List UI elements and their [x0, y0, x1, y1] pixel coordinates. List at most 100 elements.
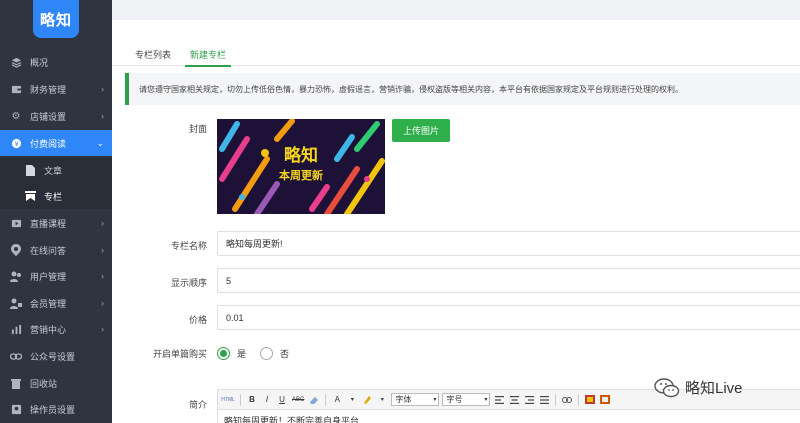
sidebar-item-official-account[interactable]: 公众号设置: [0, 343, 112, 369]
image-icon[interactable]: [584, 393, 596, 407]
column-name-label: 专栏名称: [170, 241, 207, 251]
font-size-select[interactable]: 字号 ▾: [442, 393, 491, 406]
single-purchase-no-radio[interactable]: 否: [260, 347, 289, 360]
wechat-icon: [654, 377, 680, 397]
editor-content[interactable]: 略知每周更新！不断完善自身平台: [218, 410, 800, 423]
watermark: 略知Live: [654, 377, 743, 398]
cover-image[interactable]: 略知 本周更新: [217, 119, 385, 214]
radio-circle: [217, 347, 230, 360]
layers-icon: [10, 56, 22, 68]
cover-label: 封面: [188, 124, 207, 134]
cover-subtitle: 本周更新: [279, 170, 323, 182]
toolbar-separator: [578, 393, 580, 406]
sidebar-item-label: 操作员设置: [30, 404, 76, 415]
column-name-input[interactable]: 略知每周更新!: [217, 231, 800, 256]
align-center-icon[interactable]: [508, 393, 520, 407]
strikethrough-button[interactable]: ABC: [291, 393, 305, 407]
sidebar-item-label: 公众号设置: [30, 351, 76, 362]
eraser-icon[interactable]: [308, 393, 320, 407]
cover-title: 略知: [284, 146, 318, 165]
logo[interactable]: 略知: [33, 0, 79, 38]
radio-label: 否: [280, 349, 290, 359]
column-icon: [24, 190, 36, 202]
sidebar-item-user-management[interactable]: 用户管理 ›: [0, 263, 112, 289]
member-icon: [10, 297, 22, 309]
sidebar-item-overview[interactable]: 概况: [0, 49, 112, 75]
html-source-button[interactable]: HTML: [221, 393, 235, 407]
chevron-right-icon: ›: [101, 84, 104, 94]
sidebar-subitem-label: 专栏: [44, 191, 63, 202]
logo-area: 略知: [0, 0, 112, 48]
bold-button[interactable]: B: [246, 393, 258, 407]
tab-bar: 专栏列表 新建专栏: [112, 20, 800, 67]
display-order-input[interactable]: 5: [217, 268, 800, 293]
align-justify-icon[interactable]: [538, 393, 550, 407]
sidebar-item-label: 付费阅读: [30, 138, 67, 149]
chevron-right-icon: ›: [101, 111, 104, 121]
tab-new-column[interactable]: 新建专栏: [190, 48, 226, 61]
sidebar-item-label: 用户管理: [30, 271, 67, 282]
chevron-right-icon: ›: [101, 324, 104, 334]
sidebar-item-label: 营销中心: [30, 324, 67, 335]
chevron-right-icon: ›: [101, 298, 104, 308]
sidebar-subitem-label: 文章: [44, 165, 63, 176]
font-color-button[interactable]: A: [331, 393, 343, 407]
sidebar-item-finance[interactable]: 财务管理 ›: [0, 76, 112, 102]
sidebar-item-marketing-center[interactable]: 营销中心 ›: [0, 316, 112, 342]
sidebar-item-shop-settings[interactable]: ⚙ 店铺设置 ›: [0, 103, 112, 129]
link-icon: [10, 350, 22, 362]
font-family-value: 字体: [395, 395, 412, 404]
sidebar-item-member-management[interactable]: 会员管理 ›: [0, 290, 112, 316]
font-size-value: 字号: [446, 395, 463, 404]
watermark-text: 略知Live: [685, 380, 743, 397]
chevron-right-icon: ›: [101, 245, 104, 255]
chevron-right-icon: ›: [101, 218, 104, 228]
price-input[interactable]: 0.01: [217, 305, 800, 330]
trash-icon: [10, 377, 22, 389]
sidebar-item-label: 概况: [30, 57, 49, 68]
video-icon: [10, 217, 22, 229]
toolbar-separator: [555, 393, 557, 406]
sidebar-item-recycle-bin[interactable]: 回收站: [0, 370, 112, 396]
chart-icon: [10, 323, 22, 335]
align-left-icon[interactable]: [493, 393, 505, 407]
sidebar-item-paid-reading[interactable]: ¥ 付费阅读 ⌄: [0, 130, 112, 156]
coin-icon: ¥: [10, 137, 22, 149]
display-order-label: 显示顺序: [170, 278, 207, 288]
chevron-right-icon: ›: [101, 271, 104, 281]
price-label: 价格: [188, 315, 207, 325]
sidebar-item-label: 财务管理: [30, 84, 67, 95]
users-icon: [10, 270, 22, 282]
notice-banner: 请您遵守国家相关规定，切勿上传低俗色情，暴力恐怖，虚假谣言，营销诈骗，侵权盗版等…: [125, 73, 800, 105]
toolbar-separator: [325, 393, 327, 406]
sidebar-item-online-qa[interactable]: 在线问答 ›: [0, 237, 112, 263]
font-color-dropdown-icon[interactable]: ▾: [346, 393, 358, 407]
svg-text:¥: ¥: [14, 139, 18, 147]
chevron-down-icon: ▾: [433, 397, 437, 403]
sidebar-subitem-articles[interactable]: 文章: [0, 157, 112, 183]
insert-file-icon[interactable]: [599, 393, 611, 407]
gear-icon: ⚙: [11, 110, 21, 122]
link-icon[interactable]: [561, 393, 573, 407]
highlight-dropdown-icon[interactable]: ▾: [376, 393, 388, 407]
upload-image-button[interactable]: 上传图片: [392, 119, 450, 142]
single-purchase-yes-radio[interactable]: 是: [217, 347, 246, 360]
active-tab-indicator: [185, 65, 231, 67]
font-family-select[interactable]: 字体 ▾: [391, 393, 440, 406]
highlight-icon[interactable]: [361, 393, 373, 407]
operator-icon: [10, 403, 22, 415]
sidebar-item-label: 店铺设置: [30, 111, 67, 122]
chevron-down-icon: ▾: [484, 397, 488, 403]
pin-icon: [10, 244, 22, 256]
underline-button[interactable]: U: [276, 393, 288, 407]
document-icon: [24, 164, 36, 176]
tab-column-list[interactable]: 专栏列表: [135, 48, 171, 61]
sidebar-item-label: 会员管理: [30, 298, 67, 309]
align-right-icon[interactable]: [523, 393, 535, 407]
intro-label: 简介: [188, 400, 207, 410]
sidebar-item-operator-settings[interactable]: 操作员设置: [0, 396, 112, 422]
sidebar-subitem-columns[interactable]: 专栏: [0, 183, 112, 209]
wallet-icon: [10, 83, 22, 95]
italic-button[interactable]: I: [261, 393, 273, 407]
sidebar-item-live-courses[interactable]: 直播课程 ›: [0, 210, 112, 236]
